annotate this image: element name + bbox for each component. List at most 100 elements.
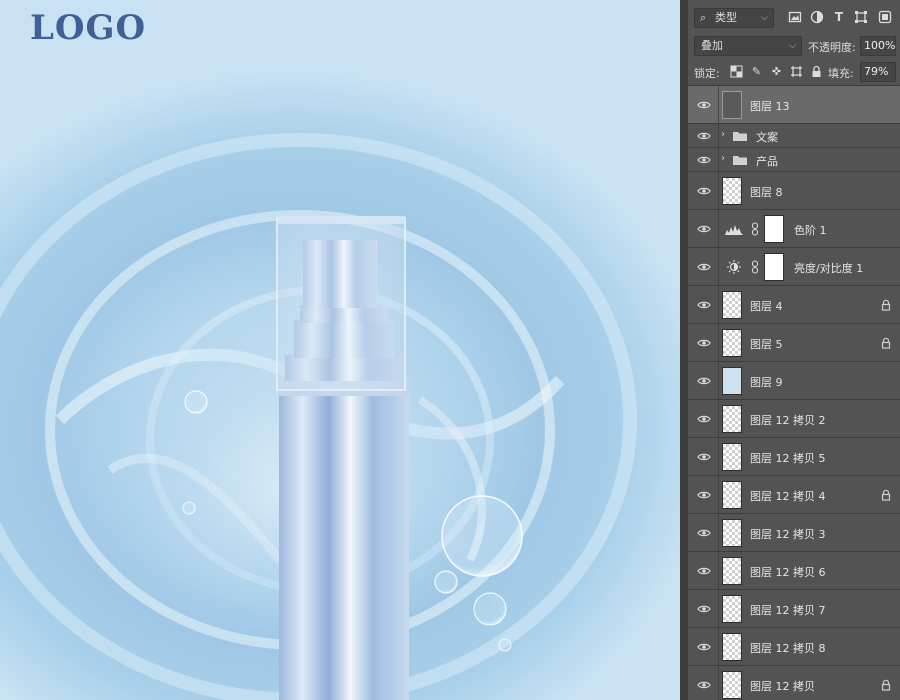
visibility-eye-icon[interactable]: [697, 155, 711, 165]
blend-mode-dropdown[interactable]: 叠加 ⌵: [694, 36, 802, 56]
layer-name[interactable]: 图层 9: [750, 374, 783, 390]
row-separator: [718, 628, 719, 665]
levels-icon: [724, 221, 744, 237]
layer-thumbnail[interactable]: [722, 595, 742, 623]
layer-thumbnail[interactable]: [722, 633, 742, 661]
lock-label: 锁定:: [694, 67, 720, 80]
layer-name[interactable]: 色阶 1: [794, 222, 827, 238]
visibility-eye-icon[interactable]: [697, 604, 711, 614]
type-filter-icon[interactable]: T: [832, 10, 846, 24]
layer-name[interactable]: 图层 8: [750, 184, 783, 200]
layer-name[interactable]: 产品: [756, 153, 778, 169]
layer-thumbnail[interactable]: [722, 177, 742, 205]
image-filter-icon[interactable]: [788, 10, 802, 24]
layer-row[interactable]: 色阶 1: [688, 210, 900, 248]
layer-row[interactable]: 图层 13: [688, 86, 900, 124]
layer-name[interactable]: 图层 12 拷贝 4: [750, 488, 826, 504]
row-separator: [718, 248, 719, 285]
visibility-eye-icon[interactable]: [697, 642, 711, 652]
row-separator: [718, 514, 719, 551]
layer-group-row[interactable]: › 产品: [688, 148, 900, 172]
visibility-eye-icon[interactable]: [697, 262, 711, 272]
row-separator: [718, 148, 719, 171]
visibility-eye-icon[interactable]: [697, 528, 711, 538]
visibility-eye-icon[interactable]: [697, 338, 711, 348]
layer-thumbnail[interactable]: [722, 329, 742, 357]
layer-row[interactable]: 图层 12 拷贝 3: [688, 514, 900, 552]
layer-row[interactable]: 图层 12 拷贝 4: [688, 476, 900, 514]
layer-thumbnail[interactable]: [722, 405, 742, 433]
canvas-artwork: [0, 133, 637, 700]
layer-name[interactable]: 图层 12 拷贝 7: [750, 602, 826, 618]
layer-thumbnail[interactable]: [722, 481, 742, 509]
fill-input[interactable]: 79%: [860, 62, 896, 82]
visibility-eye-icon[interactable]: [697, 186, 711, 196]
layer-row[interactable]: 图层 12 拷贝 5: [688, 438, 900, 476]
visibility-eye-icon[interactable]: [697, 414, 711, 424]
shape-filter-icon[interactable]: [854, 10, 868, 24]
link-chain-icon[interactable]: [750, 260, 760, 274]
link-chain-icon[interactable]: [750, 222, 760, 236]
fill-label: 填充:: [828, 67, 854, 80]
visibility-eye-icon[interactable]: [697, 100, 711, 110]
blend-mode-value: 叠加: [701, 39, 723, 52]
layer-thumbnail[interactable]: [722, 291, 742, 319]
lock-image-icon[interactable]: ✎: [750, 65, 763, 78]
visibility-eye-icon[interactable]: [697, 131, 711, 141]
layer-row[interactable]: 图层 5: [688, 324, 900, 362]
logo-text: LOGO: [30, 8, 147, 48]
row-separator: [718, 362, 719, 399]
row-separator: [718, 324, 719, 361]
row-separator: [718, 286, 719, 323]
layer-thumbnail[interactable]: [722, 557, 742, 585]
layer-row[interactable]: 图层 8: [688, 172, 900, 210]
visibility-eye-icon[interactable]: [697, 224, 711, 234]
layer-group-row[interactable]: › 文案: [688, 124, 900, 148]
layer-row[interactable]: 图层 12 拷贝 2: [688, 400, 900, 438]
layer-mask-thumbnail[interactable]: [764, 215, 784, 243]
layer-row[interactable]: 图层 9: [688, 362, 900, 400]
layer-thumbnail[interactable]: [722, 519, 742, 547]
layer-name[interactable]: 图层 12 拷贝 8: [750, 640, 826, 656]
layer-name[interactable]: 图层 4: [750, 298, 783, 314]
visibility-eye-icon[interactable]: [697, 300, 711, 310]
smart-object-filter-icon[interactable]: [878, 10, 892, 24]
visibility-eye-icon[interactable]: [697, 566, 711, 576]
layer-name[interactable]: 图层 5: [750, 336, 783, 352]
lock-position-icon[interactable]: ✜: [770, 65, 783, 78]
layer-name[interactable]: 亮度/对比度 1: [794, 260, 863, 276]
layer-name[interactable]: 图层 12 拷贝: [750, 678, 815, 694]
expand-caret-icon[interactable]: ›: [721, 129, 729, 140]
layer-mask-thumbnail[interactable]: [764, 253, 784, 281]
folder-icon: [732, 130, 748, 142]
layer-row[interactable]: 图层 12 拷贝 7: [688, 590, 900, 628]
layer-thumbnail[interactable]: [722, 443, 742, 471]
document-canvas[interactable]: LOGO: [0, 0, 680, 700]
lock-all-icon[interactable]: [810, 65, 823, 78]
layer-thumbnail[interactable]: [722, 367, 742, 395]
layer-row[interactable]: 图层 12 拷贝: [688, 666, 900, 700]
layer-row[interactable]: 图层 12 拷贝 8: [688, 628, 900, 666]
layer-row[interactable]: 图层 4: [688, 286, 900, 324]
search-icon: ⌕: [700, 11, 707, 24]
layer-thumbnail[interactable]: [722, 671, 742, 699]
opacity-input[interactable]: 100%: [860, 36, 896, 56]
layer-row[interactable]: 图层 12 拷贝 6: [688, 552, 900, 590]
layer-name[interactable]: 图层 13: [750, 98, 790, 114]
layer-name[interactable]: 图层 12 拷贝 6: [750, 564, 826, 580]
layer-thumbnail[interactable]: [722, 91, 742, 119]
layer-name[interactable]: 图层 12 拷贝 3: [750, 526, 826, 542]
visibility-eye-icon[interactable]: [697, 680, 711, 690]
layer-filter-dropdown[interactable]: ⌕ 类型 ⌵: [694, 8, 774, 28]
lock-transparent-icon[interactable]: [730, 65, 743, 78]
lock-artboard-icon[interactable]: [790, 65, 803, 78]
visibility-eye-icon[interactable]: [697, 376, 711, 386]
layer-name[interactable]: 图层 12 拷贝 2: [750, 412, 826, 428]
adjustment-filter-icon[interactable]: [810, 10, 824, 24]
layer-row[interactable]: 亮度/对比度 1: [688, 248, 900, 286]
visibility-eye-icon[interactable]: [697, 452, 711, 462]
layer-name[interactable]: 文案: [756, 129, 778, 145]
layer-name[interactable]: 图层 12 拷贝 5: [750, 450, 826, 466]
expand-caret-icon[interactable]: ›: [721, 153, 729, 164]
visibility-eye-icon[interactable]: [697, 490, 711, 500]
